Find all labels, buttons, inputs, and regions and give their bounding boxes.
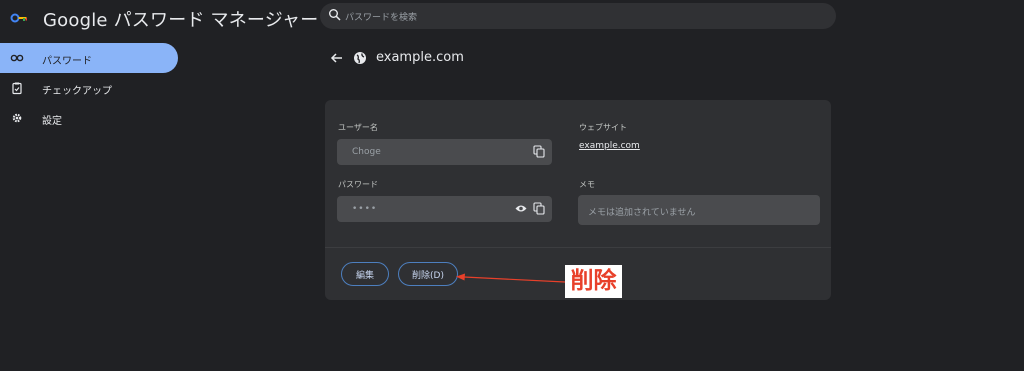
- annotation-arrow: [456, 273, 566, 283]
- annotation-label: 削除: [565, 265, 622, 298]
